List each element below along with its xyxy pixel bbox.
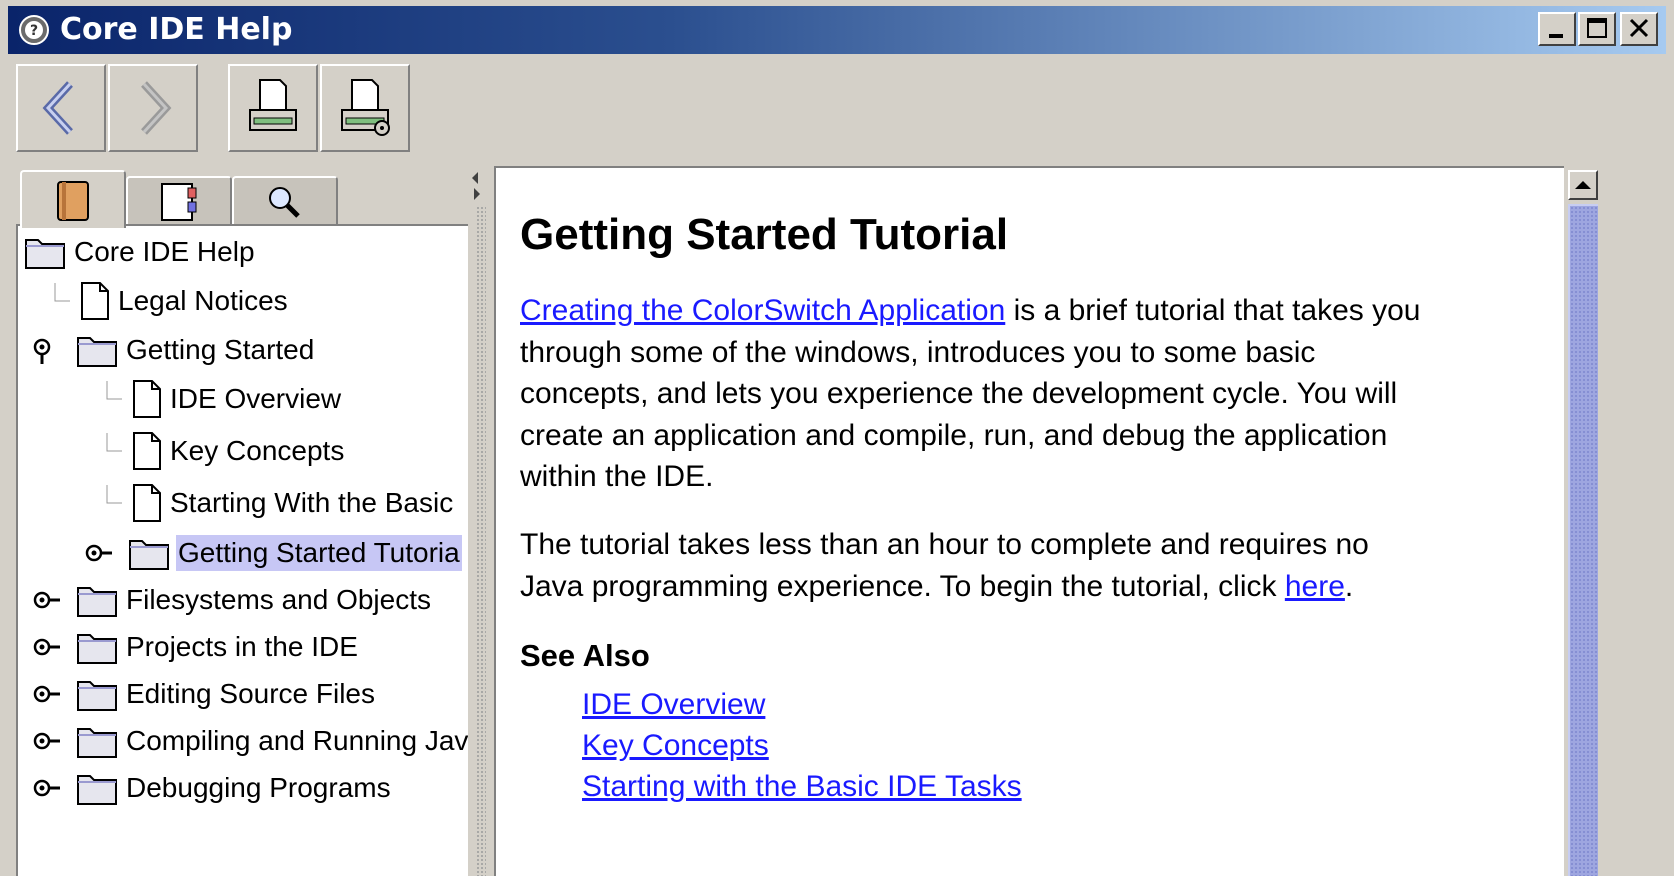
expand-handle-icon[interactable]	[32, 629, 64, 665]
window-title: Core IDE Help	[60, 12, 293, 47]
maximize-button[interactable]	[1578, 12, 1616, 46]
intro-paragraph: Creating the ColorSwitch Application is …	[520, 294, 1421, 493]
tree-connector	[106, 485, 122, 504]
folder-icon	[77, 337, 117, 367]
tree-item[interactable]: IDE Overview	[18, 380, 468, 418]
tree-item-label: Legal Notices	[118, 285, 288, 316]
tree-item-label: Getting Started	[126, 334, 315, 365]
tab-index[interactable]	[126, 176, 232, 226]
up-arrow-icon	[1575, 181, 1591, 189]
print-setup-icon	[341, 79, 390, 136]
vertical-scrollbar[interactable]	[1566, 166, 1600, 876]
folder-icon	[77, 634, 117, 664]
page-icon	[133, 432, 161, 470]
contents-tree[interactable]: Core IDE Help Legal Notices Getting Starte…	[16, 224, 468, 876]
splitter[interactable]	[468, 166, 492, 876]
see-also-list: IDE Overview Key Concepts Starting with …	[582, 684, 1022, 807]
tree-item-label: Editing Source Files	[126, 678, 376, 709]
page-title: Getting Started Tutorial	[520, 210, 1009, 259]
index-icon	[161, 183, 197, 221]
forward-arrow-icon	[141, 81, 172, 135]
tree-connector	[54, 283, 70, 302]
close-icon	[1629, 18, 1649, 38]
duration-paragraph: The tutorial takes less than an hour to …	[520, 528, 1369, 603]
collapse-arrows-icon	[472, 172, 480, 200]
back-arrow-icon	[42, 81, 73, 135]
tree-item[interactable]: Projects in the IDE	[18, 629, 468, 665]
tree-item[interactable]: Filesystems and Objects	[18, 582, 468, 618]
tree-item-label: Core IDE Help	[74, 236, 255, 267]
tree-item[interactable]: Getting Started	[18, 332, 468, 368]
window-frame-edge	[1600, 56, 1674, 876]
tree-item[interactable]: Editing Source Files	[18, 676, 468, 712]
scroll-thumb[interactable]	[1568, 204, 1598, 876]
folder-icon	[77, 728, 117, 758]
tree-item[interactable]: Core IDE Help	[18, 234, 468, 270]
folder-icon	[77, 775, 117, 805]
minimize-button[interactable]	[1538, 12, 1576, 46]
page-icon	[133, 380, 161, 418]
page-setup-button[interactable]	[320, 64, 410, 152]
tree-item[interactable]: Legal Notices	[18, 282, 468, 320]
tree-item-label: IDE Overview	[170, 383, 342, 414]
here-link[interactable]: here	[1285, 570, 1345, 603]
expand-handle-icon[interactable]	[32, 332, 64, 368]
navigator-pane: Core IDE Help Legal Notices Getting Starte…	[8, 166, 500, 876]
see-also-heading: See Also	[520, 638, 650, 673]
minimize-icon	[1549, 34, 1563, 38]
tab-contents[interactable]	[20, 170, 126, 228]
expand-handle-icon[interactable]	[32, 582, 64, 618]
expand-handle-icon[interactable]	[32, 676, 64, 712]
toolbar	[8, 56, 1666, 160]
tree-item-label: Starting With the Basic	[170, 487, 454, 518]
colorswitch-link[interactable]: Creating the ColorSwitch Application	[520, 294, 1005, 327]
expand-handle-icon[interactable]	[84, 535, 116, 571]
tree-item-label: Key Concepts	[170, 435, 345, 466]
tree-item-label: Debugging Programs	[126, 772, 391, 803]
page-icon	[81, 282, 109, 320]
page-icon	[133, 484, 161, 522]
svg-text:?: ?	[30, 23, 38, 39]
tree-item[interactable]: Debugging Programs	[18, 770, 468, 806]
printer-icon	[249, 79, 297, 131]
see-also-link-key-concepts[interactable]: Key Concepts	[582, 729, 769, 762]
tree-item[interactable]: Compiling and Running Jav	[18, 723, 468, 759]
tree-item[interactable]: Getting Started Tutoria	[18, 535, 468, 571]
title-bar[interactable]: ? Core IDE Help	[8, 6, 1666, 54]
content-pane: Getting Started Tutorial Creating the Co…	[494, 166, 1564, 876]
expand-handle-icon[interactable]	[32, 770, 64, 806]
tree-item-label: Filesystems and Objects	[126, 584, 431, 615]
magnifier-icon	[269, 187, 300, 218]
expand-handle-icon[interactable]	[32, 723, 64, 759]
folder-icon	[77, 587, 117, 617]
close-button[interactable]	[1620, 12, 1658, 46]
tree-connector	[106, 433, 122, 452]
help-icon: ?	[18, 14, 50, 46]
help-window: ? Core IDE Help Core IDE Help Legal Noti…	[0, 0, 1674, 876]
splitter-grip[interactable]	[476, 206, 486, 876]
folder-icon	[77, 681, 117, 711]
book-icon	[57, 181, 89, 221]
scroll-up-button[interactable]	[1568, 170, 1598, 200]
see-also-link-basic-ide-tasks[interactable]: Starting with the Basic IDE Tasks	[582, 770, 1022, 803]
tree-connector	[106, 381, 122, 400]
tab-search[interactable]	[232, 176, 338, 226]
tree-item-label: Getting Started Tutoria	[176, 535, 462, 571]
forward-button[interactable]	[108, 64, 198, 152]
print-button[interactable]	[228, 64, 318, 152]
folder-icon	[25, 239, 65, 269]
tree-item[interactable]: Key Concepts	[18, 432, 468, 470]
back-button[interactable]	[16, 64, 106, 152]
tree-item[interactable]: Starting With the Basic	[18, 484, 468, 522]
maximize-icon	[1587, 18, 1607, 38]
tree-item-label: Compiling and Running Jav	[126, 725, 468, 756]
tree-item-label: Projects in the IDE	[126, 631, 358, 662]
folder-icon	[129, 540, 169, 570]
see-also-link-ide-overview[interactable]: IDE Overview	[582, 688, 765, 721]
